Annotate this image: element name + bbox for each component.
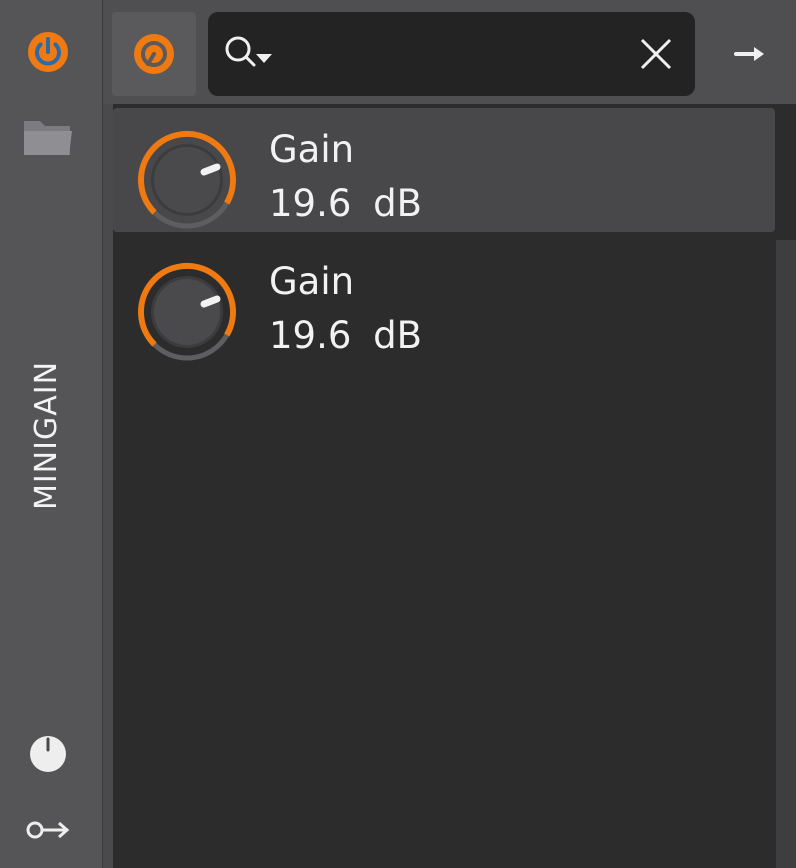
power-button[interactable] (0, 20, 96, 84)
plugin-logo-icon (134, 34, 174, 74)
search-input[interactable] (288, 30, 632, 80)
parameter-list: Gain 19.6 dB Gain 19.6 dB (113, 104, 796, 868)
routing-button[interactable] (0, 798, 96, 862)
parameter-name: Gain (269, 260, 355, 303)
scrollbar-track[interactable] (776, 240, 796, 868)
parameter-name: Gain (269, 128, 355, 171)
gutter (103, 0, 113, 868)
key-arrow-icon (26, 821, 70, 839)
search-box (208, 12, 695, 96)
parameter-row[interactable]: Gain 19.6 dB (113, 108, 775, 232)
close-icon[interactable] (638, 36, 674, 72)
parameter-row[interactable]: Gain 19.6 dB (113, 240, 775, 364)
plugin-title: MINIGAIN (29, 360, 65, 510)
open-folder-button[interactable] (0, 104, 96, 168)
sidebar: MINIGAIN (0, 0, 103, 868)
knob-icon[interactable] (127, 256, 247, 366)
plugin-button[interactable] (112, 12, 196, 96)
folder-icon (24, 121, 72, 155)
search-dropdown-icon[interactable] (222, 34, 282, 74)
parameter-value: 19.6 dB (269, 182, 423, 225)
knob-icon (30, 736, 66, 772)
arrow-right-icon[interactable] (728, 36, 772, 72)
power-icon (28, 32, 68, 72)
knob-icon[interactable] (127, 124, 247, 234)
parameter-value: 19.6 dB (269, 314, 423, 357)
settings-knob-button[interactable] (0, 722, 96, 786)
